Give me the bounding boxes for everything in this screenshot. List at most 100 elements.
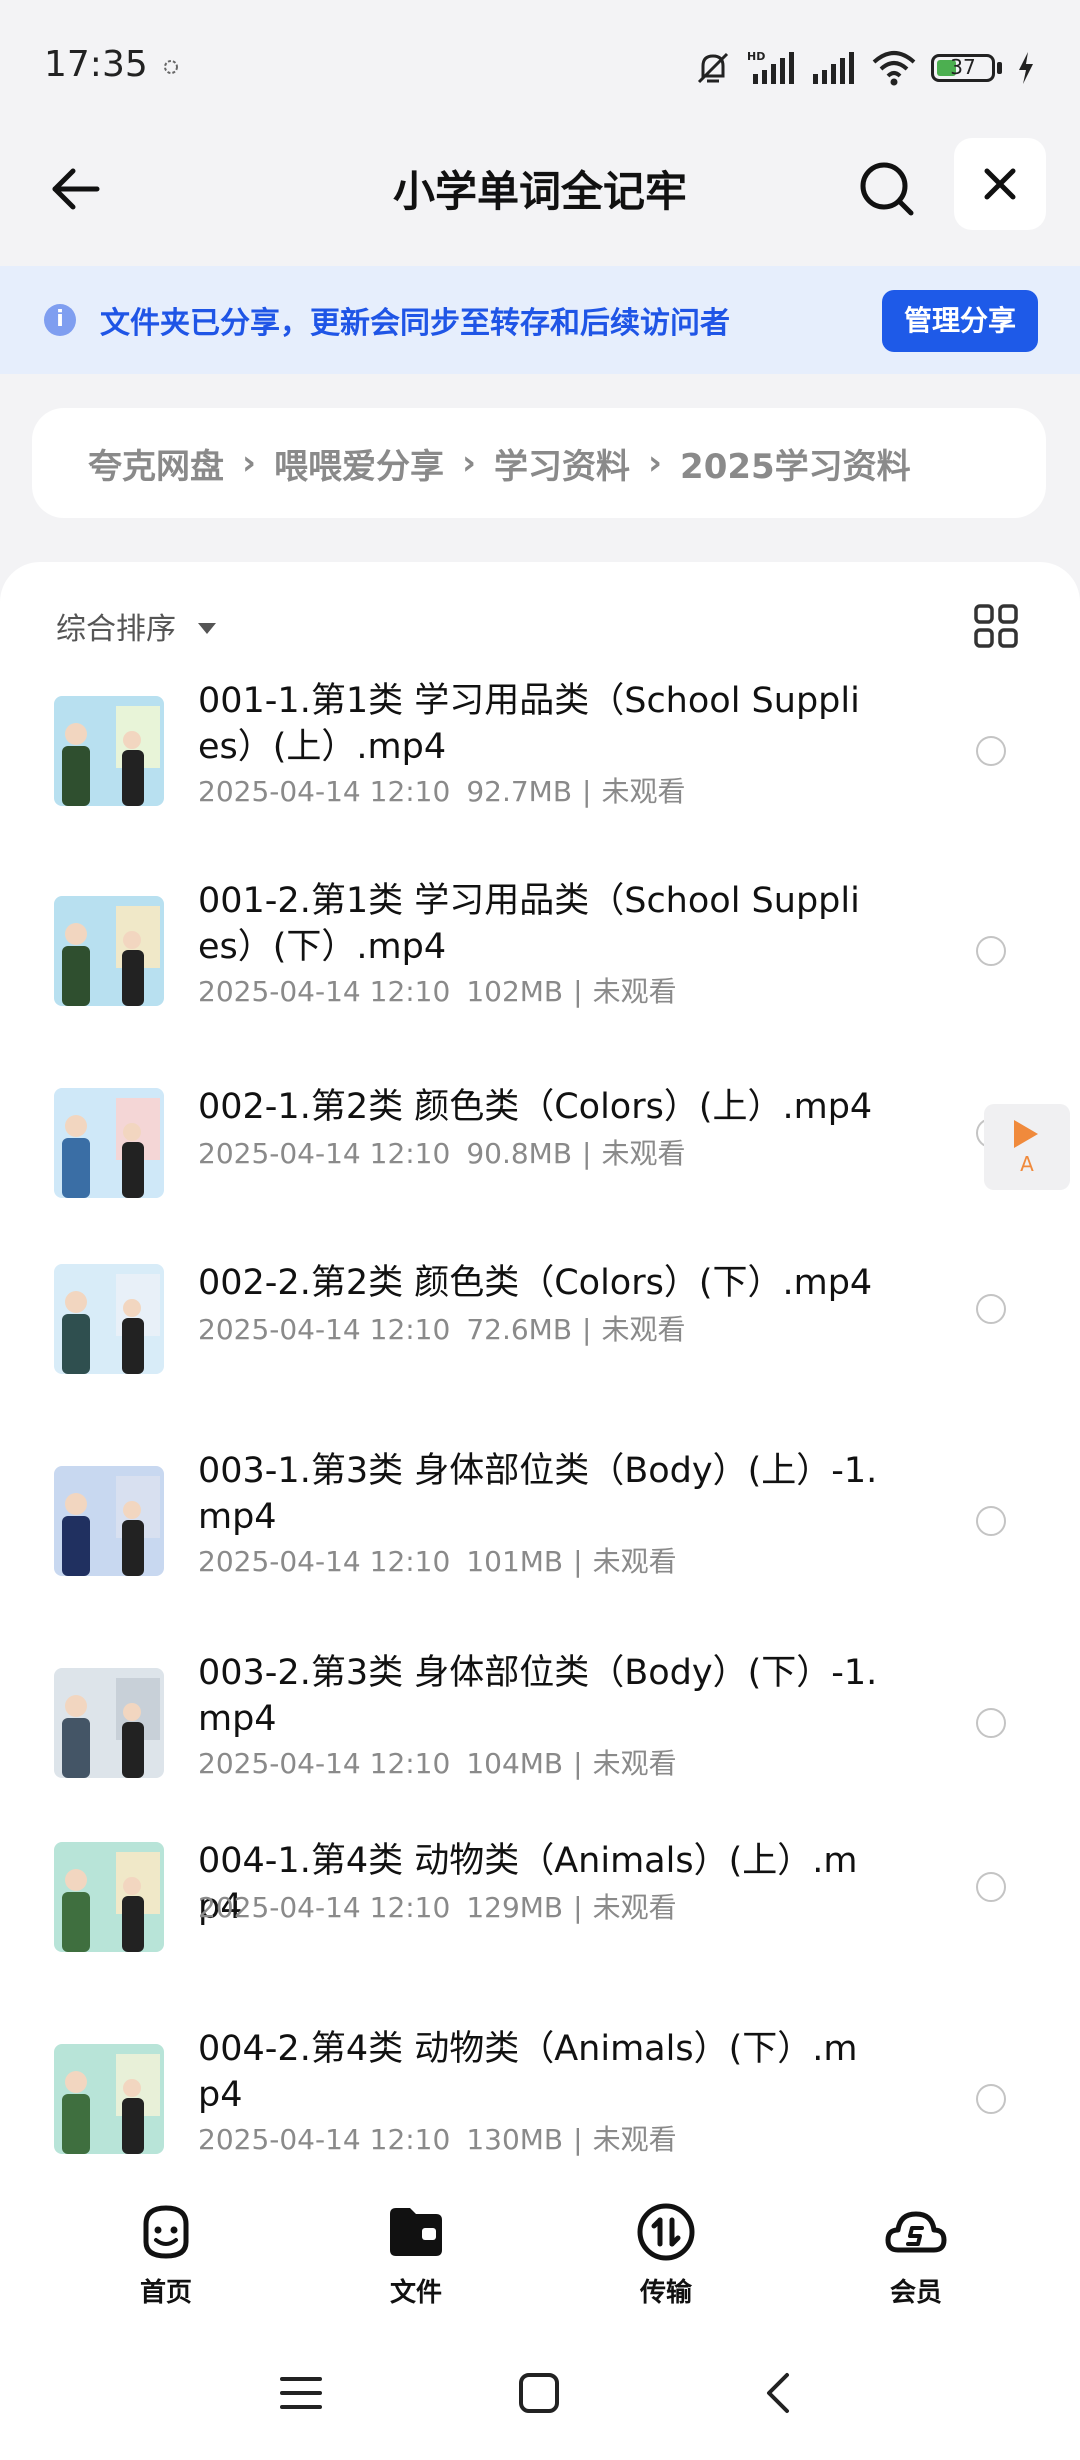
sort-label: 综合排序 bbox=[56, 612, 176, 647]
file-size: 129MB bbox=[466, 1891, 564, 1924]
wifi-icon bbox=[872, 51, 916, 86]
folder-icon bbox=[390, 2208, 442, 2256]
breadcrumb-item[interactable]: 学习资料 bbox=[494, 439, 630, 488]
video-thumbnail bbox=[54, 696, 164, 806]
tab-vip[interactable]: 会员 bbox=[836, 2200, 996, 2309]
share-banner: i 文件夹已分享，更新会同步至转存和后续访问者 管理分享 bbox=[0, 266, 1080, 374]
file-name: 002-2.第2类 颜色类（Colors）(下）.mp4 bbox=[198, 1263, 873, 1303]
video-thumbnail bbox=[54, 1668, 164, 1778]
meta-divider: | bbox=[573, 2123, 583, 2156]
video-thumbnail bbox=[54, 2044, 164, 2154]
info-icon: i bbox=[44, 304, 76, 336]
breadcrumb-separator: › bbox=[648, 443, 663, 483]
meta-divider: | bbox=[582, 1137, 592, 1170]
file-name: 003-2.第3类 身体部位类（Body）(下）-1.mp4 bbox=[198, 1653, 878, 1739]
search-icon bbox=[860, 162, 914, 216]
top-bar: 小学单词全记牢 bbox=[0, 130, 1080, 260]
video-thumbnail bbox=[54, 1088, 164, 1198]
meta-divider: | bbox=[573, 975, 583, 1008]
file-name: 001-2.第1类 学习用品类（School Supplies）(下）.mp4 bbox=[198, 881, 860, 967]
watch-status: 未观看 bbox=[592, 975, 677, 1008]
breadcrumb-item[interactable]: 2025学习资料 bbox=[680, 439, 911, 488]
caret-down-icon bbox=[198, 622, 216, 634]
tab-label: 首页 bbox=[139, 2278, 192, 2308]
battery-icon: 37 bbox=[931, 54, 995, 82]
file-meta: 2025-04-14 12:10 90.8MB | 未观看 bbox=[198, 1132, 686, 1172]
select-radio[interactable] bbox=[976, 736, 1006, 766]
close-icon bbox=[984, 168, 1016, 200]
file-date: 2025-04-14 12:10 bbox=[198, 1313, 451, 1346]
file-size: 92.7MB bbox=[466, 775, 573, 808]
floating-label: A bbox=[1020, 1152, 1034, 1176]
file-meta: 2025-04-14 12:10 101MB | 未观看 bbox=[198, 1540, 677, 1580]
file-size: 102MB bbox=[466, 975, 564, 1008]
select-radio[interactable] bbox=[976, 1294, 1006, 1324]
file-size: 104MB bbox=[466, 1747, 564, 1780]
file-meta: 2025-04-14 12:10 104MB | 未观看 bbox=[198, 1742, 677, 1782]
grid-view-icon[interactable] bbox=[972, 602, 1020, 650]
back-chevron-icon bbox=[767, 2373, 789, 2413]
menu-button[interactable] bbox=[266, 2358, 336, 2428]
file-date: 2025-04-14 12:10 bbox=[198, 975, 451, 1008]
watch-status: 未观看 bbox=[592, 1747, 677, 1780]
system-nav-bar bbox=[0, 2330, 1080, 2460]
bottom-tab-bar: 首页 文件 传输 会员 bbox=[0, 2180, 1080, 2330]
meta-divider: | bbox=[573, 1545, 583, 1578]
muted-bell-icon bbox=[697, 52, 729, 84]
breadcrumb-separator: › bbox=[242, 443, 257, 483]
video-thumbnail bbox=[54, 896, 164, 1006]
watch-status: 未观看 bbox=[592, 2123, 677, 2156]
file-name: 002-1.第2类 颜色类（Colors）(上）.mp4 bbox=[198, 1087, 873, 1127]
meta-divider: | bbox=[573, 1891, 583, 1924]
file-meta: 2025-04-14 12:10 129MB | 未观看 bbox=[198, 1886, 677, 1926]
floating-play-button[interactable]: A bbox=[984, 1104, 1070, 1190]
watch-status: 未观看 bbox=[592, 1891, 677, 1924]
back-nav-button[interactable] bbox=[744, 2358, 814, 2428]
file-size: 90.8MB bbox=[466, 1137, 573, 1170]
home-square-icon bbox=[519, 2373, 559, 2413]
breadcrumb-item[interactable]: 喂喂爱分享 bbox=[274, 439, 444, 488]
tab-transfer[interactable]: 传输 bbox=[586, 2200, 746, 2309]
status-icons: HD 37 bbox=[693, 46, 1036, 90]
select-radio[interactable] bbox=[976, 1872, 1006, 1902]
vip-cloud-icon bbox=[885, 2211, 947, 2253]
file-meta: 2025-04-14 12:10 102MB | 未观看 bbox=[198, 970, 677, 1010]
tab-home[interactable]: 首页 bbox=[86, 2200, 246, 2309]
hd-signal-icon: HD bbox=[747, 50, 794, 84]
tab-label: 传输 bbox=[639, 2278, 692, 2308]
file-date: 2025-04-14 12:10 bbox=[198, 1747, 451, 1780]
breadcrumb: 夸克网盘 › 喂喂爱分享 › 学习资料 › 2025学习资料 bbox=[32, 408, 1046, 518]
play-icon bbox=[1014, 1120, 1038, 1148]
sort-dropdown[interactable]: 综合排序 bbox=[56, 604, 216, 648]
smiley-home-icon bbox=[143, 2205, 189, 2259]
watch-status: 未观看 bbox=[592, 1545, 677, 1578]
tab-files[interactable]: 文件 bbox=[336, 2200, 496, 2309]
search-button[interactable] bbox=[852, 154, 922, 224]
manage-share-button[interactable]: 管理分享 bbox=[882, 290, 1038, 352]
meta-divider: | bbox=[582, 1313, 592, 1346]
close-button[interactable] bbox=[954, 138, 1046, 230]
watch-status: 未观看 bbox=[601, 775, 686, 808]
tab-label: 文件 bbox=[389, 2278, 442, 2308]
file-size: 130MB bbox=[466, 2123, 564, 2156]
meta-divider: | bbox=[582, 775, 592, 808]
video-thumbnail bbox=[54, 1264, 164, 1374]
tab-label: 会员 bbox=[889, 2278, 942, 2308]
select-radio[interactable] bbox=[976, 1708, 1006, 1738]
status-time: 17:35 bbox=[44, 44, 148, 85]
video-thumbnail bbox=[54, 1842, 164, 1952]
file-name: 001-1.第1类 学习用品类（School Supplies）(上）.mp4 bbox=[198, 681, 860, 767]
select-radio[interactable] bbox=[976, 2084, 1006, 2114]
video-thumbnail bbox=[54, 1466, 164, 1576]
select-radio[interactable] bbox=[976, 936, 1006, 966]
file-size: 101MB bbox=[466, 1545, 564, 1578]
status-bar: 17:35 HD 37 bbox=[0, 0, 1080, 130]
breadcrumb-item[interactable]: 夸克网盘 bbox=[88, 439, 224, 488]
file-date: 2025-04-14 12:10 bbox=[198, 1545, 451, 1578]
charging-bolt-icon bbox=[1019, 52, 1033, 84]
select-radio[interactable] bbox=[976, 1506, 1006, 1536]
file-date: 2025-04-14 12:10 bbox=[198, 1891, 451, 1924]
home-button[interactable] bbox=[504, 2358, 574, 2428]
file-name: 004-2.第4类 动物类（Animals）(下）.mp4 bbox=[198, 2029, 858, 2115]
watch-status: 未观看 bbox=[601, 1137, 686, 1170]
